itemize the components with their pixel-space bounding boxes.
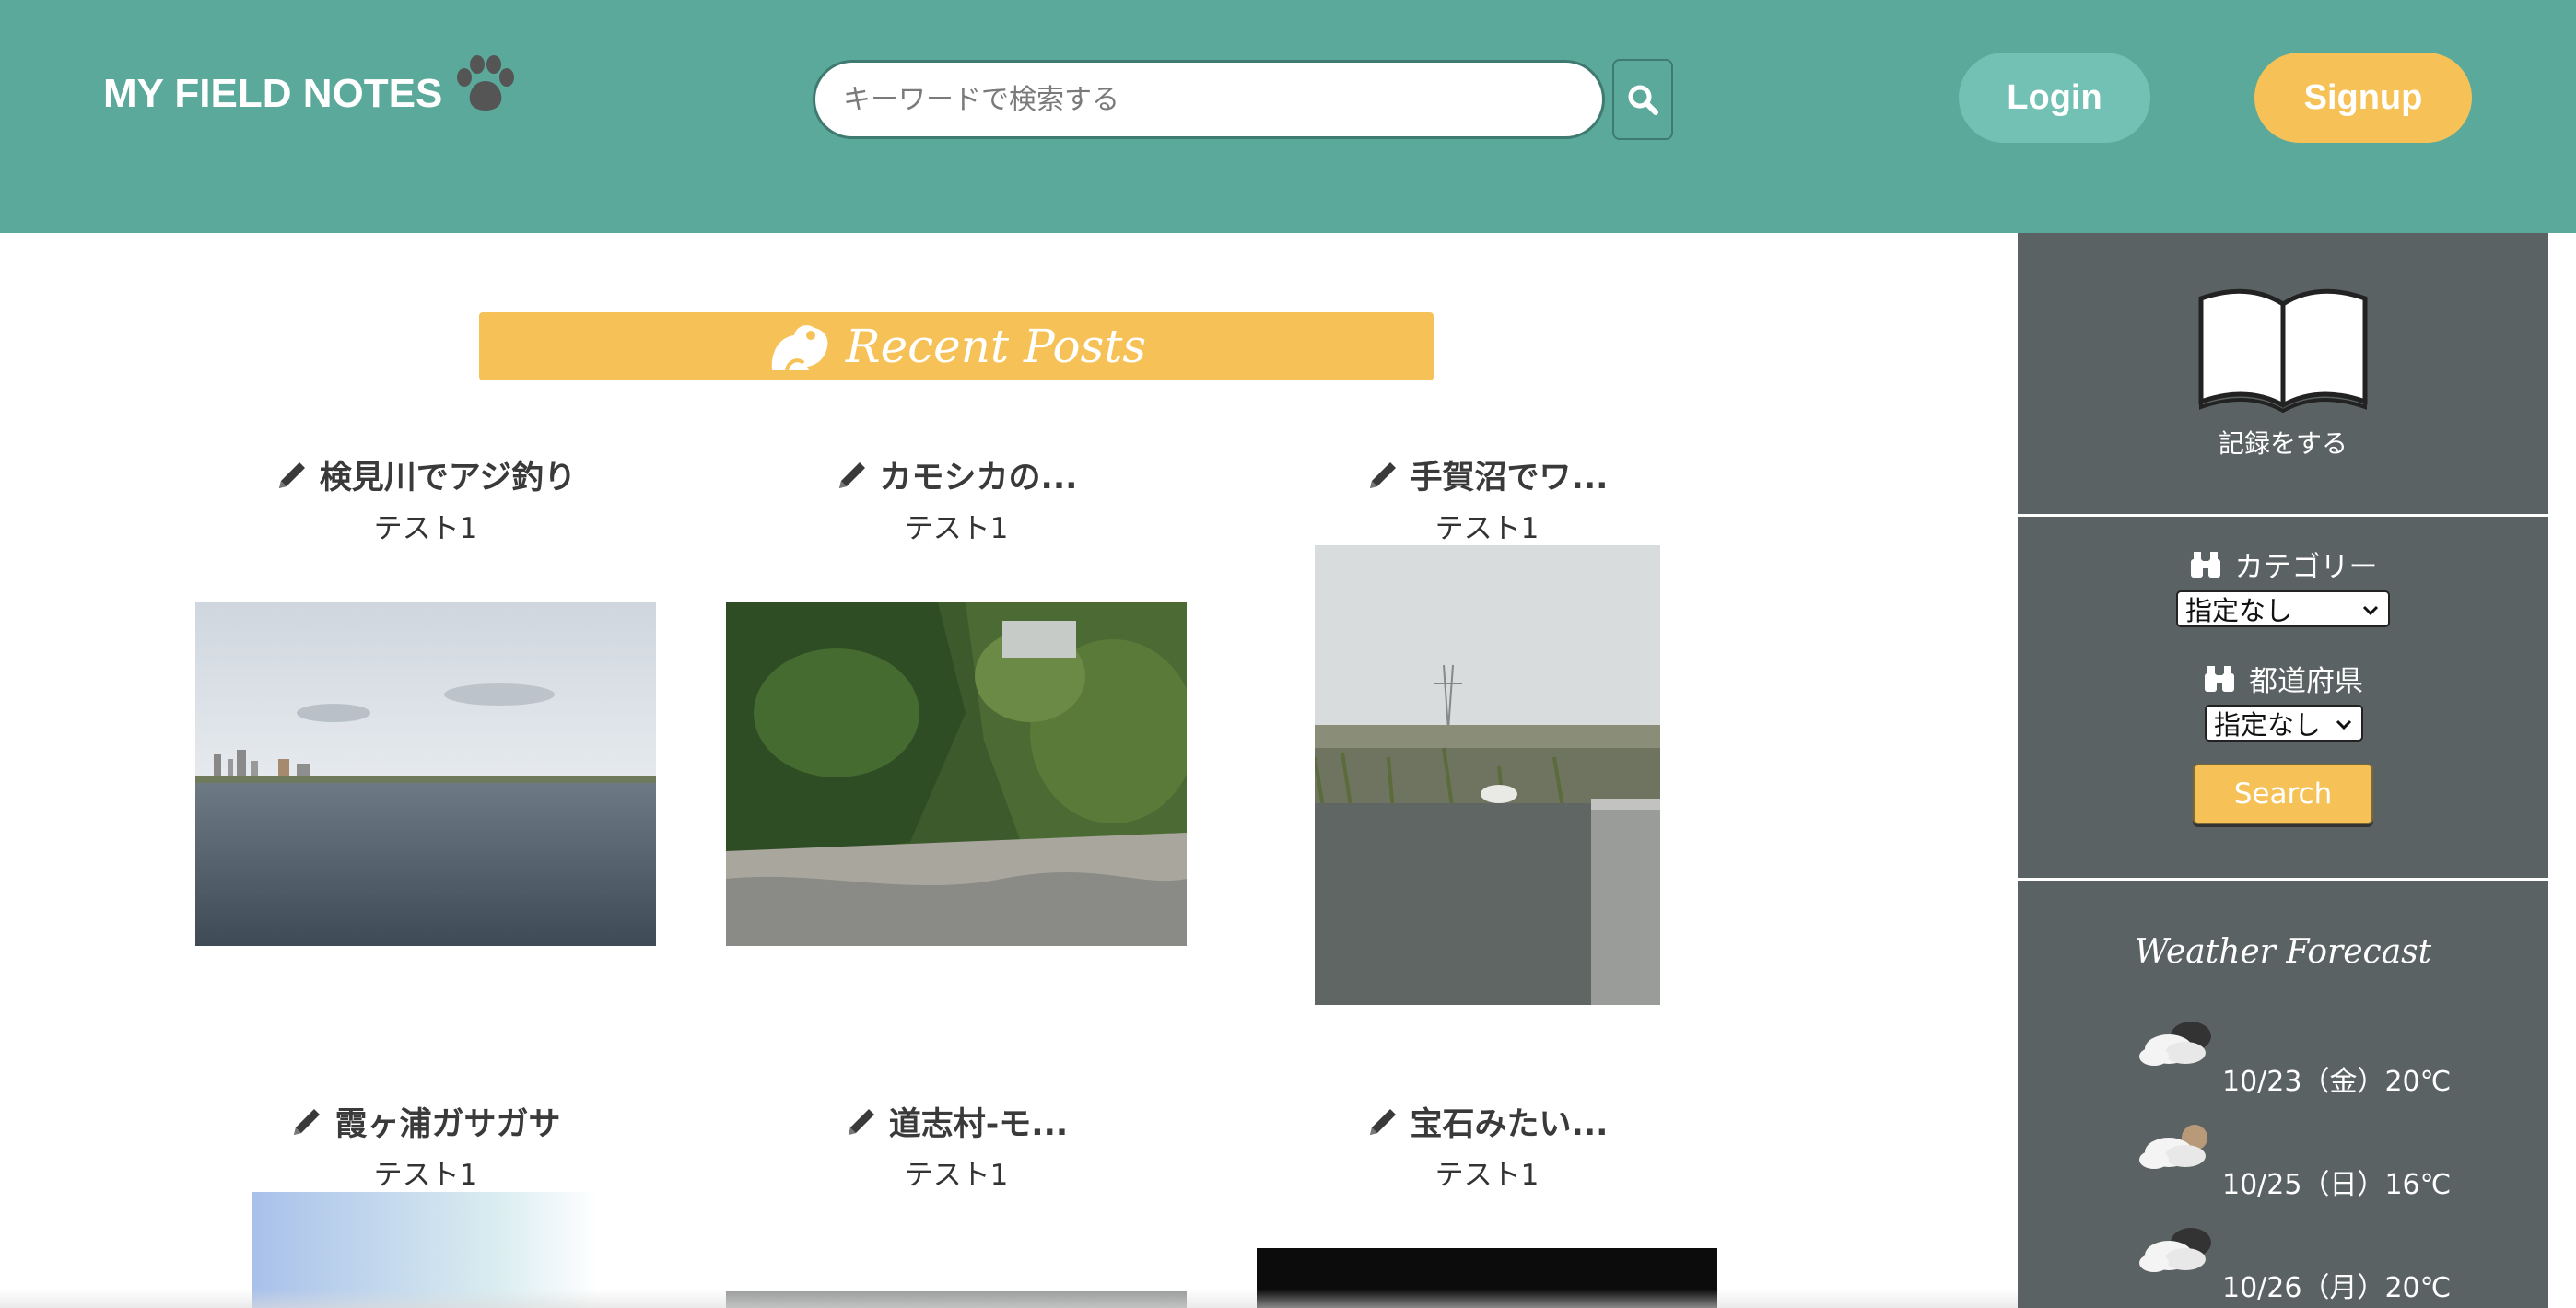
post-title: 検見川でアジ釣り <box>319 460 577 496</box>
pencil-icon <box>1369 1108 1396 1135</box>
sidebar-divider <box>2018 514 2548 517</box>
post-title: 宝石みたい... <box>1410 1106 1609 1143</box>
pencil-icon <box>848 1108 874 1135</box>
post-author: テスト1 <box>1434 1159 1540 1192</box>
pencil-icon <box>1369 461 1396 488</box>
post-title: 手賀沼でワ... <box>1410 460 1609 496</box>
prefecture-label: 都道府県 <box>2249 665 2363 698</box>
post-title: カモシカの... <box>879 460 1078 496</box>
sidebar-divider <box>2018 878 2548 881</box>
sidebar-search-button[interactable]: Search <box>2193 764 2373 824</box>
post-author: テスト1 <box>1434 512 1540 545</box>
recent-posts-banner: Recent Posts <box>479 312 1434 380</box>
forecast-row: 10/26（月）20℃ <box>2018 1222 2548 1308</box>
prefecture-select-value: 指定なし <box>2214 709 2322 741</box>
forecast-date: 10/23（金）20℃ <box>2222 1066 2452 1098</box>
prefecture-select[interactable]: 指定なし <box>2205 705 2363 742</box>
post-title: 霞ヶ浦ガサガサ <box>334 1106 561 1143</box>
site-logo[interactable]: MY FIELD NOTES <box>103 55 520 118</box>
category-select-value: 指定なし <box>2185 595 2293 626</box>
signup-button[interactable]: Signup <box>2254 53 2472 143</box>
post-title-row[interactable]: 道志村-モ... <box>726 1098 1187 1145</box>
forecast-date: 10/26（月）20℃ <box>2222 1272 2452 1304</box>
post-author: テスト1 <box>904 1159 1009 1192</box>
binoculars-icon <box>2190 551 2220 578</box>
post-title: 道志村-モ... <box>888 1106 1069 1143</box>
pencil-icon <box>278 461 305 488</box>
forecast-row: 10/23（金）20℃ <box>2018 1016 2548 1108</box>
post-thumbnail[interactable] <box>726 602 1187 946</box>
record-button[interactable]: 記録をする <box>2018 284 2548 461</box>
category-label: カテゴリー <box>2234 551 2378 584</box>
search-bar <box>813 59 1673 140</box>
open-book-icon <box>2198 288 2368 414</box>
post-author: テスト1 <box>373 1159 478 1192</box>
forecast-date: 10/25（日）16℃ <box>2222 1169 2452 1201</box>
post-title-row[interactable]: 霞ヶ浦ガサガサ <box>195 1098 656 1145</box>
post-title-row[interactable]: 宝石みたい... <box>1257 1098 1717 1145</box>
chevron-down-icon <box>2336 719 2352 730</box>
cloud-sun-icon <box>2139 1125 2207 1169</box>
forecast-row: 10/25（日）16℃ <box>2018 1119 2548 1211</box>
scroll-fade <box>0 1290 2018 1308</box>
chevron-down-icon <box>2362 605 2379 616</box>
weather-title: Weather Forecast <box>2134 933 2432 971</box>
record-label: 記録をする <box>2218 428 2348 459</box>
post-title-row[interactable]: カモシカの... <box>726 451 1187 498</box>
post-thumbnail[interactable] <box>1315 545 1660 1005</box>
post-author: テスト1 <box>904 512 1009 545</box>
login-button[interactable]: Login <box>1959 53 2150 143</box>
recent-posts-title: Recent Posts <box>845 320 1147 373</box>
post-thumbnail[interactable] <box>195 602 656 946</box>
paw-icon <box>451 53 520 118</box>
prefecture-label-row: 都道府県 <box>2018 658 2548 699</box>
category-select[interactable]: 指定なし <box>2176 590 2390 627</box>
cloud-icon <box>2139 1022 2211 1066</box>
binoculars-icon <box>2205 665 2234 692</box>
category-label-row: カテゴリー <box>2018 543 2548 585</box>
logo-text: MY FIELD NOTES <box>103 71 443 116</box>
pencil-icon <box>838 461 865 488</box>
search-input[interactable] <box>813 60 1605 139</box>
search-icon <box>1628 85 1658 115</box>
search-button[interactable] <box>1612 59 1673 140</box>
post-title-row[interactable]: 手賀沼でワ... <box>1257 451 1717 498</box>
site-header: MY FIELD NOTES Login Signup <box>0 0 2576 233</box>
pencil-icon <box>294 1108 321 1135</box>
post-author: テスト1 <box>373 512 478 545</box>
cloud-icon <box>2139 1228 2211 1272</box>
post-title-row[interactable]: 検見川でアジ釣り <box>195 451 656 498</box>
sidebar: 記録をする カテゴリー 指定なし 都道府県 指定なし Search Weathe… <box>2018 233 2548 1308</box>
frog-icon <box>771 325 828 371</box>
